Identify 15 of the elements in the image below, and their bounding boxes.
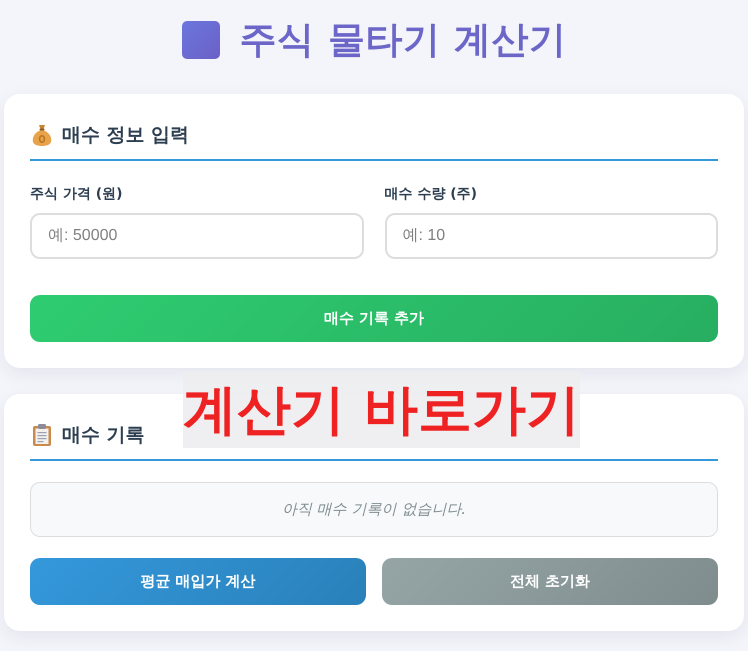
input-field[interactable]: 예: 10: [384, 213, 718, 259]
calculate-average-button[interactable]: 평균 매입가 계산: [30, 558, 366, 605]
money-bag-icon: [32, 124, 52, 146]
square-icon: [182, 21, 220, 59]
add-record-button[interactable]: 매수 기록 추가: [30, 295, 718, 342]
reset-all-button[interactable]: 전체 초기화: [382, 558, 718, 605]
input-field[interactable]: 예: 50000: [30, 213, 364, 259]
field-label: 매수 수량 (주): [384, 185, 478, 204]
section-heading: 매수 기록: [62, 423, 145, 448]
empty-message: 아직 매수 기록이 없습니다.: [30, 482, 718, 537]
clipboard-icon: [32, 424, 52, 446]
page-title: 주식 물타기 계산기: [240, 18, 566, 62]
calculator-shortcut-link[interactable]: 계산기 바로가기: [183, 372, 580, 448]
field-label: 주식 가격 (원): [30, 185, 124, 204]
section-heading: 매수 정보 입력: [62, 123, 190, 148]
